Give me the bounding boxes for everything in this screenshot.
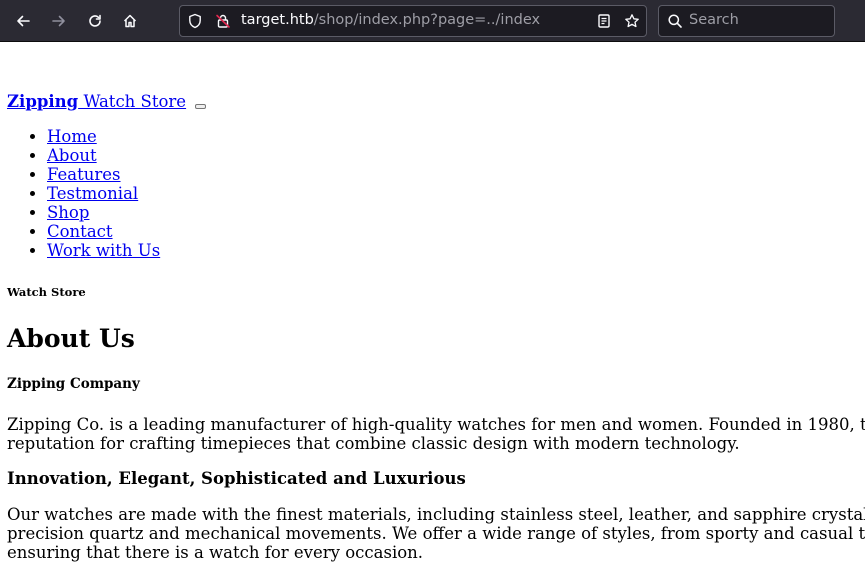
section-subtitle: Watch Store bbox=[7, 285, 86, 299]
reload-icon bbox=[89, 14, 101, 27]
nav-item-shop: Shop bbox=[47, 203, 160, 222]
search-placeholder: Search bbox=[689, 12, 739, 28]
reader-view-icon[interactable] bbox=[596, 13, 612, 29]
brand-link[interactable]: Zipping Watch Store bbox=[7, 92, 186, 111]
nav-menu: Home About Features Testmonial Shop Cont… bbox=[7, 127, 160, 260]
company-heading: Zipping Company bbox=[7, 376, 140, 392]
back-button[interactable] bbox=[9, 7, 37, 35]
nav-item-testimonial: Testmonial bbox=[47, 184, 160, 203]
nav-link-testimonial[interactable]: Testmonial bbox=[47, 184, 138, 203]
nav-item-about: About bbox=[47, 146, 160, 165]
nav-item-contact: Contact bbox=[47, 222, 160, 241]
nav-item-work-with-us: Work with Us bbox=[47, 241, 160, 260]
shield-icon[interactable] bbox=[187, 13, 203, 29]
materials-paragraph-line: precision quartz and mechanical movement… bbox=[7, 524, 865, 543]
home-icon bbox=[123, 14, 137, 28]
search-bar[interactable]: Search bbox=[658, 5, 835, 37]
nav-link-shop[interactable]: Shop bbox=[47, 203, 89, 222]
forward-arrow-icon bbox=[52, 15, 65, 27]
forward-button[interactable] bbox=[45, 7, 73, 35]
nav-link-work-with-us[interactable]: Work with Us bbox=[47, 241, 160, 260]
materials-paragraph: Our watches are made with the finest mat… bbox=[7, 505, 865, 562]
nav-link-about[interactable]: About bbox=[47, 146, 97, 165]
nav-item-features: Features bbox=[47, 165, 160, 184]
brand-rest: Watch Store bbox=[78, 92, 187, 111]
insecure-lock-icon[interactable] bbox=[215, 13, 231, 29]
brand-bold: Zipping bbox=[7, 92, 79, 111]
address-bar[interactable]: target.htb/shop/index.php?page=../index bbox=[179, 5, 647, 37]
nav-link-contact[interactable]: Contact bbox=[47, 222, 113, 241]
brand-line: Zipping Watch Store bbox=[7, 92, 207, 111]
about-paragraph-line: reputation for crafting timepieces that … bbox=[7, 434, 740, 453]
star-icon[interactable] bbox=[624, 13, 640, 29]
materials-paragraph-line: ensuring that there is a watch for every… bbox=[7, 543, 424, 562]
nav-link-features[interactable]: Features bbox=[47, 165, 121, 184]
navbar-toggle-button[interactable] bbox=[195, 104, 207, 109]
url-host: target.htb bbox=[241, 12, 314, 28]
nav-item-home: Home bbox=[47, 127, 160, 146]
search-icon bbox=[667, 13, 683, 29]
nav-link-home[interactable]: Home bbox=[47, 127, 97, 146]
back-arrow-icon bbox=[17, 15, 30, 27]
innovation-heading: Innovation, Elegant, Sophisticated and L… bbox=[7, 469, 466, 488]
browser-toolbar: target.htb/shop/index.php?page=../index … bbox=[0, 0, 865, 42]
about-paragraph: Zipping Co. is a leading manufacturer of… bbox=[7, 415, 865, 453]
home-button[interactable] bbox=[116, 7, 144, 35]
url-text[interactable]: target.htb/shop/index.php?page=../index bbox=[241, 12, 540, 28]
page-title: About Us bbox=[7, 324, 135, 353]
reload-button[interactable] bbox=[81, 7, 109, 35]
about-paragraph-line: Zipping Co. is a leading manufacturer of… bbox=[7, 415, 865, 434]
materials-paragraph-line: Our watches are made with the finest mat… bbox=[7, 505, 865, 524]
url-path: /shop/index.php?page=../index bbox=[313, 12, 541, 28]
